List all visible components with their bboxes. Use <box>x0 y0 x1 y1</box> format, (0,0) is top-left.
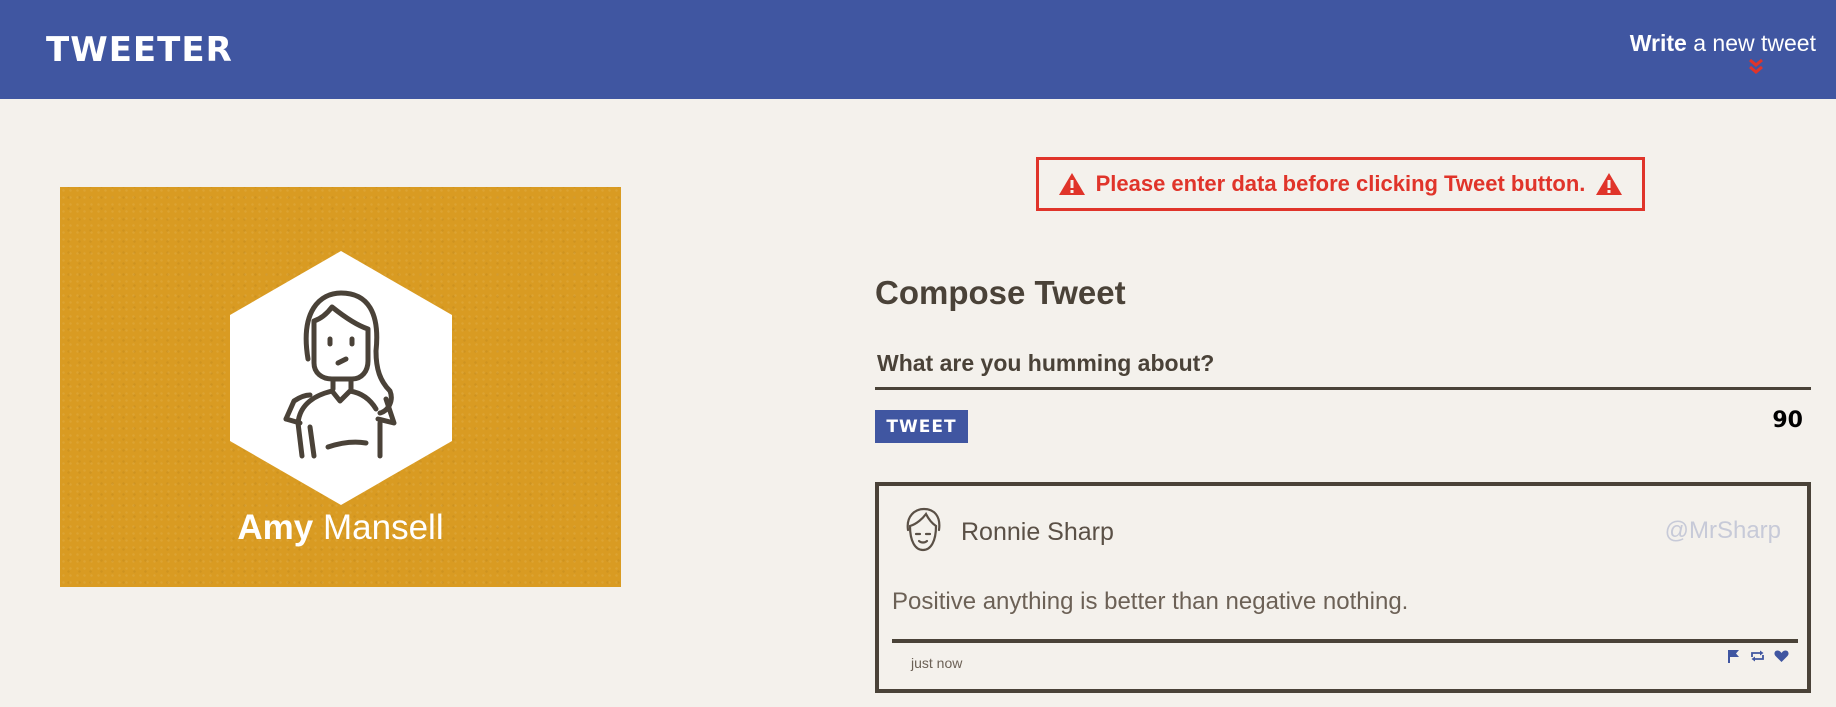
double-chevron-down-icon[interactable] <box>1748 58 1764 76</box>
error-text: Please enter data before clicking Tweet … <box>1095 171 1586 196</box>
brand-logo[interactable]: TWEETER <box>46 30 233 70</box>
profile-last-name: Mansell <box>323 508 444 547</box>
profile-card: Amy Mansell <box>60 187 621 587</box>
avatar <box>230 251 452 505</box>
warning-icon <box>1058 173 1085 195</box>
tweet-timestamp: just now <box>911 655 963 671</box>
flag-icon[interactable] <box>1726 649 1741 663</box>
user-avatar-icon <box>906 507 941 552</box>
compose-title: Compose Tweet <box>875 274 1126 311</box>
tweet-author-handle: @MrSharp <box>1664 517 1781 544</box>
top-nav: TWEETER Write a new tweet <box>0 0 1836 99</box>
character-counter: 90 <box>1772 408 1803 433</box>
write-label-rest: a new tweet <box>1693 30 1816 56</box>
write-new-tweet-toggle[interactable]: Write a new tweet <box>1630 28 1816 58</box>
error-message: Please enter data before clicking Tweet … <box>1036 157 1645 211</box>
tweet-divider <box>892 639 1798 643</box>
profile-name: Amy Mansell <box>60 505 621 551</box>
tweet-text: Positive anything is better than negativ… <box>892 588 1409 615</box>
warning-icon <box>1596 173 1623 195</box>
tweet-author-name: Ronnie Sharp <box>961 518 1114 546</box>
retweet-icon[interactable] <box>1750 649 1765 663</box>
profile-first-name: Amy <box>237 508 314 547</box>
tweet-button[interactable]: TWEET <box>875 410 968 443</box>
tweet-text-input[interactable] <box>875 340 1811 390</box>
tweet-card: Ronnie Sharp @MrSharp Positive anything … <box>875 482 1811 693</box>
write-label-bold: Write <box>1629 30 1687 56</box>
tweet-actions <box>1726 649 1789 663</box>
heart-icon[interactable] <box>1774 649 1789 663</box>
